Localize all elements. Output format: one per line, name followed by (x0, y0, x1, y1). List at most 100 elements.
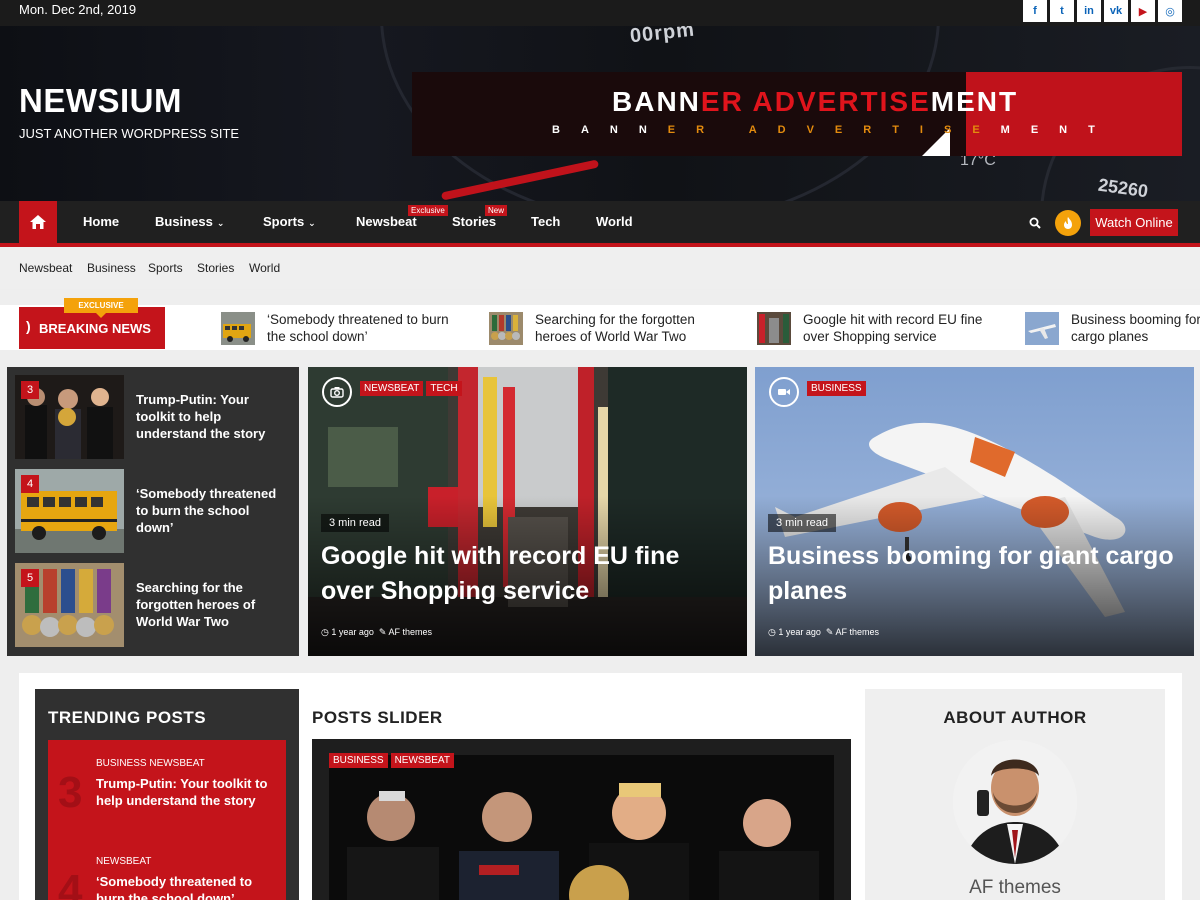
subnav-item-business[interactable]: Business (87, 261, 136, 275)
subnav-item-world[interactable]: World (249, 261, 280, 275)
trending-post[interactable]: 3 BUSINESS NEWSBEAT Trump-Putin: Your to… (48, 758, 286, 838)
nav-item-label: Sports (263, 214, 305, 229)
trending-title: Trump-Putin: Your toolkit to help unders… (96, 776, 268, 808)
school-bus-thumbnail (221, 312, 255, 345)
slider-frame[interactable]: BUSINESS NEWSBEAT (312, 739, 851, 900)
airplane-thumbnail (1025, 312, 1059, 345)
trending-number: 4 (58, 866, 83, 900)
category-tags: BUSINESS (807, 381, 866, 396)
vk-icon[interactable]: vk (1104, 0, 1128, 22)
post-title: ‘Somebody threatened to burn the school … (136, 486, 277, 535)
exclusive-tag: EXCLUSIVE (64, 298, 138, 318)
banner-headline: BANNER ADVERTISEMENT (612, 86, 1018, 118)
ticker-title: Searching for the forgotten heroes of Wo… (535, 312, 695, 344)
home-icon[interactable] (19, 201, 57, 243)
slider-image (329, 755, 834, 900)
chevron-down-icon: ⌄ (308, 218, 316, 228)
instagram-icon[interactable]: ◎ (1158, 0, 1182, 22)
ticker-title: Business booming for giant cargo planes (1071, 312, 1200, 344)
nav-item-label: Newsbeat (356, 214, 417, 229)
post-number: 4 (21, 475, 39, 493)
author-name[interactable]: AF themes (865, 877, 1165, 899)
breaking-news-label: ) BREAKING NEWS (19, 307, 165, 349)
subnav-item-sports[interactable]: Sports (148, 261, 183, 275)
nav-item-label: Home (83, 214, 120, 229)
trending-categories: NEWSBEAT (96, 856, 152, 867)
edit-icon: ✎ (825, 627, 834, 637)
trending-categories: BUSINESS NEWSBEAT (96, 758, 205, 769)
top-bar: Mon. Dec 2nd, 2019 f t in vk ▶ ◎ (0, 0, 1200, 26)
category-tag[interactable]: BUSINESS (807, 381, 866, 396)
trending-posts-widget: TRENDING POSTS 3 BUSINESS NEWSBEAT Trump… (35, 689, 299, 900)
clock-icon: ◷ (768, 627, 776, 637)
post-meta: ◷ 1 year ago ✎ AF themes (321, 627, 432, 638)
banner-subline: BANNER ADVERTISEMENT (552, 124, 1116, 136)
post-time: 1 year ago (331, 627, 374, 637)
nav-badge-new: New (485, 205, 508, 216)
banner-subline-part: MENT (1000, 124, 1116, 136)
search-icon[interactable] (1029, 216, 1041, 234)
breaking-news-text: BREAKING NEWS (39, 320, 151, 336)
facebook-icon[interactable]: f (1023, 0, 1047, 22)
nav-item-label: Business (155, 214, 213, 229)
post-author[interactable]: AF themes (388, 627, 432, 637)
nav-item-tech[interactable]: Tech (531, 214, 560, 229)
featured-post-card[interactable]: NEWSBEAT TECH 3 min read Google hit with… (308, 367, 747, 656)
street-thumbnail (757, 312, 791, 345)
social-links: f t in vk ▶ ◎ (1023, 0, 1182, 22)
secondary-navigation: Newsbeat Business Sports Stories World (0, 247, 1200, 289)
clock-icon: ◷ (321, 627, 329, 637)
nav-item-stories[interactable]: New Stories (452, 205, 508, 229)
author-photo (953, 740, 1077, 864)
featured-title: Business booming for giant cargo planes (768, 542, 1174, 605)
current-date: Mon. Dec 2nd, 2019 (19, 2, 137, 17)
category-tags: BUSINESS NEWSBEAT (329, 753, 454, 768)
officials-photo (329, 755, 834, 900)
category-tag[interactable]: TECH (426, 381, 462, 396)
category-tag[interactable]: NEWSBEAT (360, 381, 424, 396)
post-number: 5 (21, 569, 39, 587)
featured-post-card[interactable]: BUSINESS 3 min read Business booming for… (755, 367, 1194, 656)
banner-subline-part: BANN (552, 124, 668, 136)
edit-icon: ✎ (378, 627, 387, 637)
banner-advertisement[interactable]: BANNER ADVERTISEMENT BANNER ADVERTISEMEN… (412, 72, 1182, 156)
nav-badge-exclusive: Exclusive (408, 205, 448, 216)
subnav-item-newsbeat[interactable]: Newsbeat (19, 261, 72, 275)
nav-item-world[interactable]: World (596, 214, 633, 229)
post-title: Trump-Putin: Your toolkit to help unders… (136, 392, 266, 441)
breaking-news-bar: ) BREAKING NEWS ‘Somebody threatened to … (0, 305, 1200, 350)
video-icon (769, 377, 799, 407)
fire-icon[interactable] (1055, 210, 1081, 236)
category-tag[interactable]: NEWSBEAT (390, 753, 454, 768)
nav-item-home[interactable]: Home (83, 214, 119, 229)
about-author-widget: ABOUT AUTHOR AF themes (865, 689, 1165, 900)
trending-card: 3 BUSINESS NEWSBEAT Trump-Putin: Your to… (48, 740, 286, 900)
nav-item-business[interactable]: Business ⌄ (155, 214, 224, 229)
list-item[interactable]: 5 Searching for the forgotten heroes of … (15, 563, 295, 647)
banner-headline-part: BANN (612, 86, 701, 117)
subnav-item-stories[interactable]: Stories (197, 261, 234, 275)
featured-title: Google hit with record EU fine over Shop… (321, 542, 680, 605)
author-avatar (953, 740, 1077, 864)
posts-slider-widget: POSTS SLIDER BUSINESS NEWSBEAT (299, 689, 863, 900)
numbered-post-list: 3 Trump-Putin: Your toolkit to help unde… (7, 367, 299, 656)
youtube-icon[interactable]: ▶ (1131, 0, 1155, 22)
ticker-title: Google hit with record EU fine over Shop… (803, 312, 983, 344)
watch-online-button[interactable]: Watch Online (1090, 209, 1178, 236)
site-title[interactable]: NEWSIUM (19, 82, 182, 120)
nav-item-label: Tech (531, 214, 561, 229)
post-number: 3 (21, 381, 39, 399)
list-item[interactable]: 4 ‘Somebody threatened to burn the schoo… (15, 469, 295, 553)
linkedin-icon[interactable]: in (1077, 0, 1101, 22)
category-tags: NEWSBEAT TECH (360, 381, 462, 396)
list-item[interactable]: 3 Trump-Putin: Your toolkit to help unde… (15, 375, 295, 459)
banner-subline-part: ER ADVERTISE (667, 124, 1001, 136)
category-tag[interactable]: BUSINESS (329, 753, 388, 768)
trending-post[interactable]: 4 NEWSBEAT ‘Somebody threatened to burn … (48, 856, 286, 900)
read-time: 3 min read (321, 514, 389, 532)
post-author[interactable]: AF themes (835, 627, 879, 637)
twitter-icon[interactable]: t (1050, 0, 1074, 22)
nav-item-newsbeat[interactable]: Exclusive Newsbeat (356, 205, 448, 229)
trending-number: 3 (58, 768, 83, 817)
nav-item-sports[interactable]: Sports ⌄ (263, 214, 316, 229)
